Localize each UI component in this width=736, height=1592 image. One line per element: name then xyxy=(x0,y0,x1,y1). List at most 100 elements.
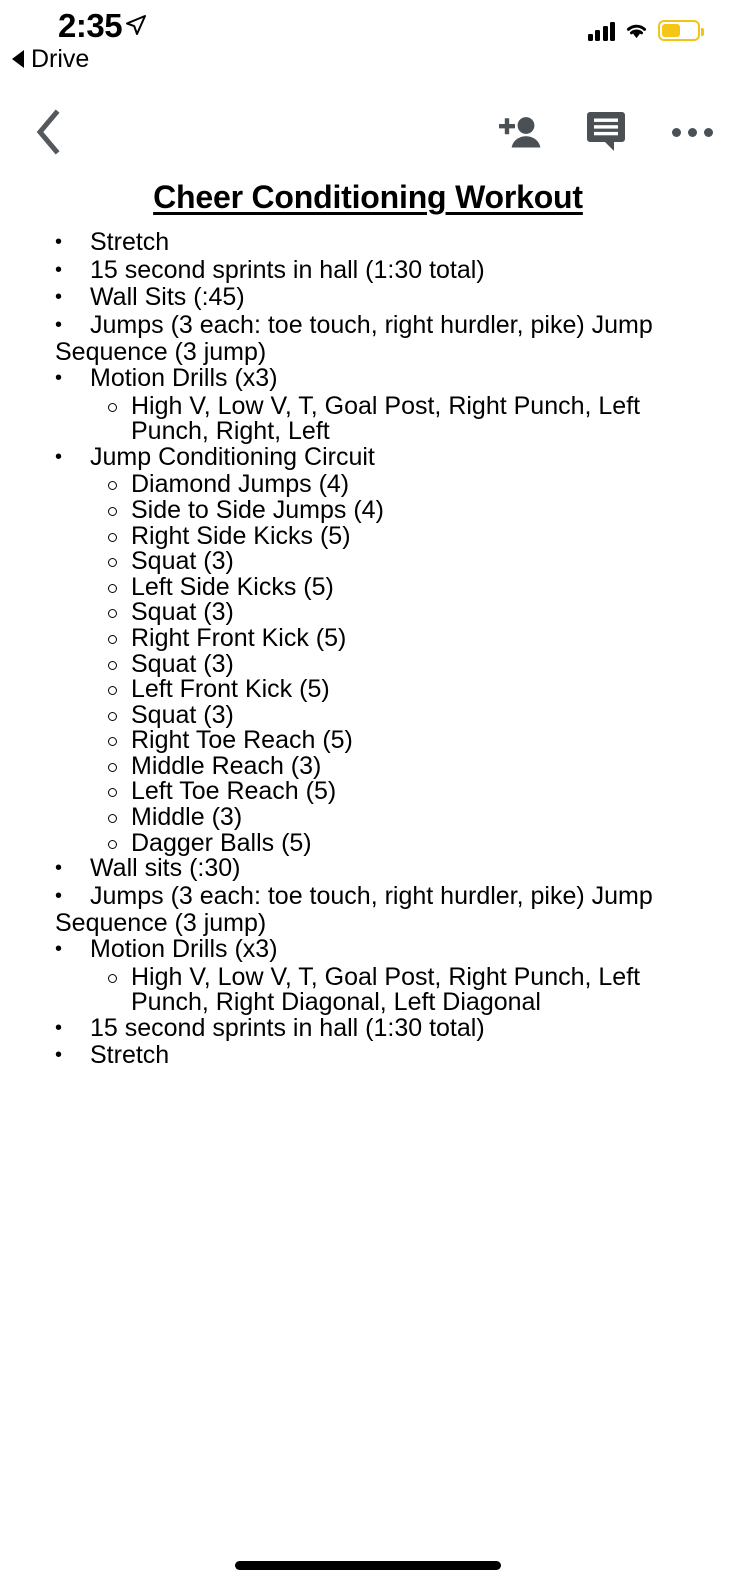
wifi-icon xyxy=(626,24,647,39)
hollow-circle-bullet-icon xyxy=(108,660,117,670)
sub-list-item-label: Left Toe Reach (5) xyxy=(131,777,337,806)
sub-list-item: Dagger Balls (5) xyxy=(0,828,736,857)
status-bar-indicators xyxy=(587,20,704,41)
bullet-icon xyxy=(55,937,90,965)
document-toolbar xyxy=(0,95,736,173)
sub-list-item: Diamond Jumps (4) xyxy=(0,472,736,498)
bullet-icon xyxy=(55,285,90,313)
hollow-circle-bullet-icon xyxy=(108,973,117,983)
hollow-circle-bullet-icon xyxy=(108,839,117,849)
sub-list-item-label: Middle (3) xyxy=(131,803,243,832)
list-item: Stretch xyxy=(0,228,736,258)
sub-list-item-label: Dagger Balls (5) xyxy=(131,828,312,857)
list-item: Motion Drills (x3) xyxy=(0,935,736,965)
list-item-label: Motion Drills (x3) xyxy=(90,935,278,964)
more-horizontal-icon xyxy=(671,127,713,137)
list-item: Stretch xyxy=(0,1043,736,1071)
hollow-circle-bullet-icon xyxy=(108,634,117,644)
sub-list-item: Right Toe Reach (5) xyxy=(0,726,736,755)
list-item: Wall Sits (:45) xyxy=(0,283,736,313)
list-item: Motion Drills (x3) xyxy=(0,363,736,394)
list-item-label: 15 second sprints in hall (1:30 total) xyxy=(90,1013,485,1042)
list-item: 15 second sprints in hall (1:30 total) xyxy=(0,1013,736,1044)
sub-list-item-label: Side to Side Jumps (4) xyxy=(131,495,384,524)
hollow-circle-bullet-icon xyxy=(108,481,117,491)
status-bar: 2:35 xyxy=(0,0,736,52)
bullet-icon xyxy=(55,1043,90,1071)
list-item: Jumps (3 each: toe touch, right hurdler,… xyxy=(0,881,736,938)
sub-list-item-label: Squat (3) xyxy=(131,598,234,627)
toolbar-actions xyxy=(492,105,720,159)
sub-list-item: Right Side Kicks (5) xyxy=(0,521,736,550)
add-collaborator-button[interactable] xyxy=(492,105,548,159)
sub-list-item-label: Squat (3) xyxy=(131,700,234,729)
document-page[interactable]: Cheer Conditioning Workout Stretch15 sec… xyxy=(0,176,736,1071)
hollow-circle-bullet-icon xyxy=(108,686,117,696)
document-title: Cheer Conditioning Workout xyxy=(0,176,736,218)
hollow-circle-bullet-icon xyxy=(108,762,117,772)
sub-list-item-label: Squat (3) xyxy=(131,649,234,678)
sub-list-item-label: Left Side Kicks (5) xyxy=(131,572,334,601)
sub-list-item: Side to Side Jumps (4) xyxy=(0,495,736,524)
sub-list-item-label: Right Toe Reach (5) xyxy=(131,726,353,755)
hollow-circle-bullet-icon xyxy=(108,737,117,747)
bullet-icon xyxy=(55,258,90,286)
cellular-signal-icon xyxy=(587,21,615,41)
sub-list-item-label: Left Front Kick (5) xyxy=(131,675,330,704)
workout-list: Stretch15 second sprints in hall (1:30 t… xyxy=(0,228,736,1071)
sub-list-item-label: Diamond Jumps (4) xyxy=(131,470,350,499)
sub-list-item: Squat (3) xyxy=(0,700,736,729)
location-arrow-icon xyxy=(126,15,146,35)
list-item-label: Jumps (3 each: toe touch, right hurdler,… xyxy=(55,881,653,938)
list-item: 15 second sprints in hall (1:30 total) xyxy=(0,257,736,286)
hollow-circle-bullet-icon xyxy=(108,558,117,568)
hollow-circle-bullet-icon xyxy=(108,506,117,516)
bullet-icon xyxy=(55,445,90,473)
hollow-circle-bullet-icon xyxy=(108,788,117,798)
bullet-icon xyxy=(55,884,90,912)
bullet-icon xyxy=(55,856,90,884)
home-indicator-bar[interactable] xyxy=(235,1561,501,1570)
back-to-drive-label: Drive xyxy=(31,45,90,73)
sub-list-item: High V, Low V, T, Goal Post, Right Punch… xyxy=(0,962,736,1017)
sub-list-item: Middle Reach (3) xyxy=(0,751,736,780)
comments-button[interactable] xyxy=(578,105,634,159)
sub-list-item: Left Toe Reach (5) xyxy=(0,779,736,805)
back-triangle-icon xyxy=(12,50,24,68)
sub-list-item-label: High V, Low V, T, Goal Post, Right Punch… xyxy=(131,962,641,1017)
back-button[interactable] xyxy=(22,105,76,159)
sub-list-item-label: Right Side Kicks (5) xyxy=(131,521,351,550)
sub-list-item-label: High V, Low V, T, Goal Post, Right Punch… xyxy=(131,391,641,446)
list-item: Wall sits (:30) xyxy=(0,854,736,884)
battery-icon xyxy=(658,20,704,41)
list-item-label: Jumps (3 each: toe touch, right hurdler,… xyxy=(55,310,653,367)
status-bar-clock: 2:35 xyxy=(58,7,123,44)
back-to-drive-link[interactable]: Drive xyxy=(12,44,89,74)
list-item-label: Wall sits (:30) xyxy=(90,854,241,883)
more-options-button[interactable] xyxy=(664,105,720,159)
list-item-label: Stretch xyxy=(90,228,170,256)
sub-list-item-label: Middle Reach (3) xyxy=(131,751,322,780)
list-item-label: Stretch xyxy=(90,1041,170,1070)
hollow-circle-bullet-icon xyxy=(108,711,117,721)
list-item-label: Jump Conditioning Circuit xyxy=(90,442,375,471)
bullet-icon xyxy=(55,366,90,394)
sub-list-item-label: Squat (3) xyxy=(131,547,234,576)
bullet-icon xyxy=(55,230,90,258)
sub-list-item: Squat (3) xyxy=(0,600,736,626)
list-item-label: Motion Drills (x3) xyxy=(90,363,278,392)
sub-list-item: Left Front Kick (5) xyxy=(0,675,736,704)
hollow-circle-bullet-icon xyxy=(108,532,117,542)
list-item-label: Wall Sits (:45) xyxy=(90,283,245,312)
sub-list-item: Left Side Kicks (5) xyxy=(0,572,736,601)
chevron-left-icon xyxy=(36,109,60,155)
bullet-icon xyxy=(55,1016,90,1044)
sub-list-item: Middle (3) xyxy=(0,803,736,832)
sub-list-item-label: Right Front Kick (5) xyxy=(131,623,347,652)
list-item: Jumps (3 each: toe touch, right hurdler,… xyxy=(0,310,736,367)
hollow-circle-bullet-icon xyxy=(108,402,117,412)
sub-list-item: Squat (3) xyxy=(0,547,736,576)
comment-bubble-icon xyxy=(587,112,625,151)
document-title-text: Cheer Conditioning Workout xyxy=(153,179,583,215)
hollow-circle-bullet-icon xyxy=(108,814,117,824)
